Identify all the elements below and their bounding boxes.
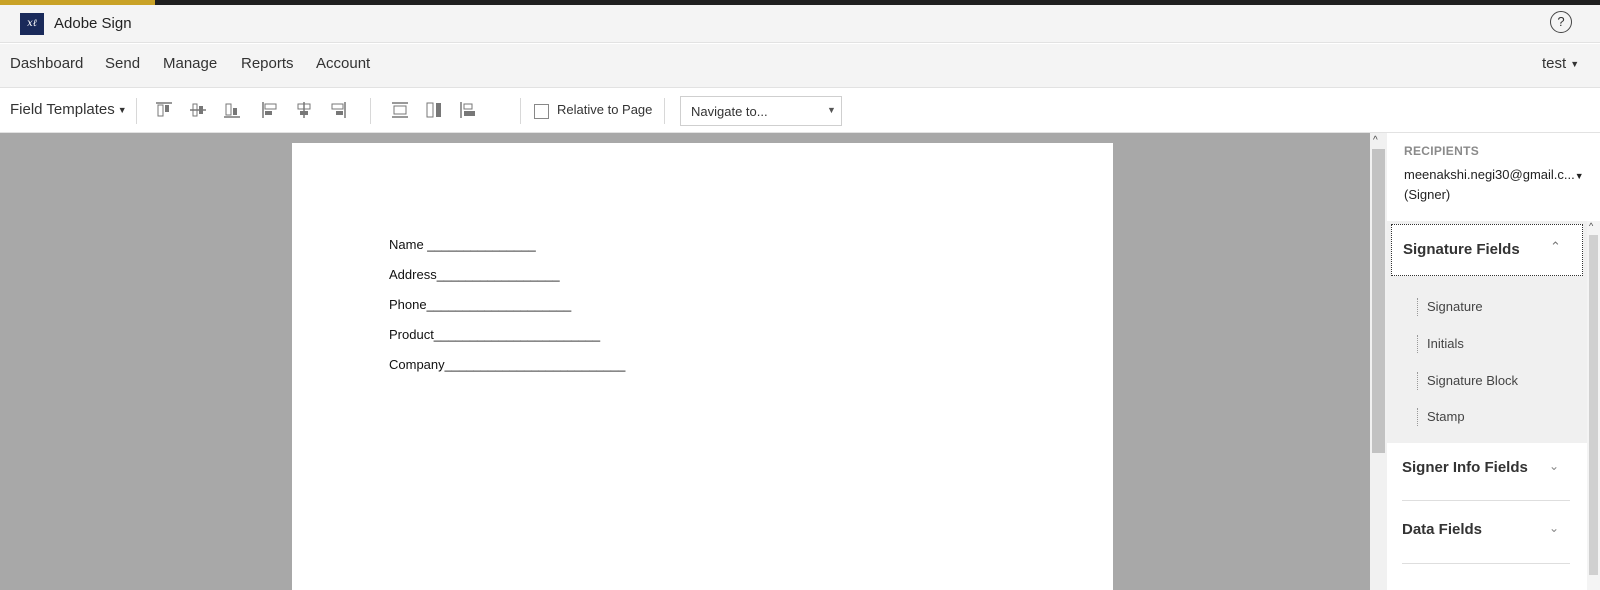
navigate-to-value: Navigate to... [691,104,768,119]
panel-scrollbar[interactable]: ^ [1587,221,1600,590]
section-divider [1402,500,1570,501]
document-line-product: Product_______________________ [389,327,601,342]
chevron-down-icon[interactable]: ⌄ [1549,459,1559,473]
field-templates-menu[interactable]: Field Templates ▼ [10,101,127,118]
nav-manage[interactable]: Manage [163,55,217,72]
signature-fields-header[interactable]: Signature Fields ⌃ [1391,224,1583,276]
nav-dashboard[interactable]: Dashboard [10,55,83,72]
align-middle-icon[interactable] [188,100,208,120]
toolbar-divider [520,98,521,124]
chevron-down-icon: ▼ [1570,59,1580,70]
app-title: Adobe Sign [54,15,132,32]
align-left-icon[interactable] [260,100,280,120]
fields-panel: RECIPIENTS meenakshi.negi30@gmail.c...▼ … [1387,133,1600,590]
viewer-scroll-thumb[interactable] [1372,149,1385,453]
signature-fields-title: Signature Fields [1403,241,1520,258]
field-initials[interactable]: Initials [1417,335,1464,353]
align-bottom-icon[interactable] [222,100,242,120]
field-stamp[interactable]: Stamp [1417,408,1465,426]
nav-send[interactable]: Send [105,55,140,72]
section-divider [1402,563,1570,564]
align-center-icon[interactable] [294,100,314,120]
panel-scroll-thumb[interactable] [1589,235,1598,575]
match-height-icon[interactable] [424,100,444,120]
nav-reports[interactable]: Reports [241,55,294,72]
fields-accordion: Signature Fields ⌃ Signature Initials Si… [1387,221,1587,590]
recipient-selector[interactable]: meenakshi.negi30@gmail.c...▼ [1404,167,1590,182]
recipient-role: (Signer) [1404,187,1451,202]
toolbar-divider [136,98,137,124]
user-menu[interactable]: test ▼ [1542,55,1579,72]
navigate-to-select[interactable]: Navigate to... ▼ [680,96,842,126]
title-bar: xℓ Adobe Sign ? [0,5,1600,43]
collapsed-sections: Signer Info Fields ⌄ Data Fields ⌄ [1387,443,1587,590]
document-viewer[interactable]: Name _______________ Address____________… [0,133,1370,590]
viewer-scrollbar[interactable]: ^ [1370,133,1387,590]
recipient-email: meenakshi.negi30@gmail.c... [1404,167,1575,182]
document-line-company: Company_________________________ [389,357,626,372]
align-top-icon[interactable] [154,100,174,120]
field-templates-label: Field Templates [10,101,115,118]
relative-to-page-checkbox[interactable] [534,104,549,119]
field-toolbar: Field Templates ▼ Relative to Page Navig… [0,88,1600,133]
align-right-icon[interactable] [328,100,348,120]
nav-account[interactable]: Account [316,55,370,72]
scroll-up-icon[interactable]: ^ [1373,135,1378,146]
document-line-address: Address_________________ [389,267,560,282]
recipients-label: RECIPIENTS [1404,144,1480,158]
main-nav: Dashboard Send Manage Reports Account te… [0,44,1600,88]
field-signature[interactable]: Signature [1417,298,1483,316]
toolbar-divider [370,98,371,124]
distribute-horizontal-icon[interactable] [458,100,478,120]
toolbar-divider [664,98,665,124]
document-line-name: Name _______________ [389,237,536,252]
help-icon[interactable]: ? [1550,11,1572,33]
document-line-phone: Phone____________________ [389,297,572,312]
adobe-sign-logo-icon[interactable]: xℓ [20,13,44,35]
scroll-up-icon[interactable]: ^ [1589,221,1593,231]
data-fields-header[interactable]: Data Fields [1402,521,1482,538]
chevron-down-icon: ▼ [1574,171,1584,181]
chevron-down-icon[interactable]: ⌄ [1549,521,1559,535]
document-page[interactable]: Name _______________ Address____________… [292,143,1113,590]
relative-to-page-label: Relative to Page [557,102,653,117]
signer-info-fields-header[interactable]: Signer Info Fields [1402,459,1528,476]
chevron-down-icon: ▼ [827,105,836,115]
chevron-up-icon: ⌃ [1550,239,1561,254]
user-name: test [1542,55,1567,72]
distribute-vertical-icon[interactable] [390,100,410,120]
field-signature-block[interactable]: Signature Block [1417,372,1518,390]
chevron-down-icon: ▼ [117,105,127,116]
